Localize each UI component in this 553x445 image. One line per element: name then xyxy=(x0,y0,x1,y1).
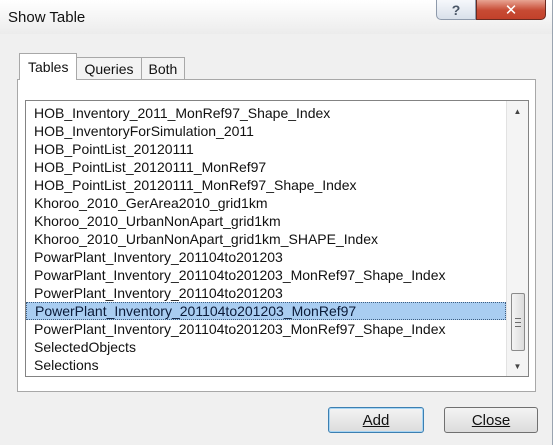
list-item[interactable]: HOB_InventoryForSimulation_2011 xyxy=(26,122,506,140)
list-item[interactable]: Khoroo_2010_UrbanNonApart_grid1km_SHAPE_… xyxy=(26,230,506,248)
list-item[interactable]: HOB_PointList_20120111_MonRef97 xyxy=(26,158,506,176)
tab-queries[interactable]: Queries xyxy=(76,57,142,80)
list-item[interactable]: HOB_PointList_20120111_MonRef97_Shape_In… xyxy=(26,176,506,194)
list-item[interactable]: PowerPlant_Inventory_201104to201203_MonR… xyxy=(26,320,506,338)
tab-strip: Tables Queries Both xyxy=(19,53,186,80)
grip-icon xyxy=(515,317,521,327)
help-icon: ? xyxy=(451,1,461,18)
close-button-label: Close xyxy=(471,411,511,429)
list-item[interactable]: PowerPlant_Inventory_201104to201203_MonR… xyxy=(26,302,506,320)
window-close-button[interactable]: ✕ xyxy=(476,0,546,20)
scroll-thumb[interactable] xyxy=(511,293,525,351)
list-item[interactable]: Selections xyxy=(26,356,506,374)
scroll-up-icon[interactable]: ▲ xyxy=(507,102,528,120)
list-item[interactable]: HOB_Inventory_2011_MonRef97_Shape_Index xyxy=(26,104,506,122)
tab-tables[interactable]: Tables xyxy=(19,53,78,80)
close-icon: ✕ xyxy=(504,1,518,19)
list-item[interactable]: PowarPlant_Inventory_201104to201203_MonR… xyxy=(26,266,506,284)
show-table-dialog: Show Table ? ✕ Tables Queries Both HOB_I… xyxy=(0,0,553,445)
list-item[interactable]: PowarPlant_Inventory_201104to201203 xyxy=(26,248,506,266)
help-button[interactable]: ? xyxy=(436,0,476,20)
tab-both[interactable]: Both xyxy=(140,57,186,80)
scroll-down-icon[interactable]: ▼ xyxy=(507,357,528,375)
list-item[interactable]: Khoroo_2010_UrbanNonApart_grid1km xyxy=(26,212,506,230)
add-button-label: Add xyxy=(362,411,390,429)
close-button[interactable]: Close xyxy=(444,407,538,433)
list-item[interactable]: Khoroo_2010_GerArea2010_grid1km xyxy=(26,194,506,212)
dialog-title: Show Table xyxy=(8,9,86,26)
add-button[interactable]: Add xyxy=(328,407,424,433)
vertical-scrollbar[interactable]: ▲ ▼ xyxy=(506,101,528,376)
table-list: HOB_Inventory_2011_MonRef97_Shape_Index H… xyxy=(26,101,506,376)
list-item[interactable]: SelectedObjects xyxy=(26,338,506,356)
list-item[interactable]: HOB_PointList_20120111 xyxy=(26,140,506,158)
table-listbox[interactable]: HOB_Inventory_2011_MonRef97_Shape_Index H… xyxy=(25,100,529,377)
title-bar[interactable]: Show Table ? ✕ xyxy=(0,0,552,34)
list-item[interactable]: PowerPlant_Inventory_201104to201203 xyxy=(26,284,506,302)
